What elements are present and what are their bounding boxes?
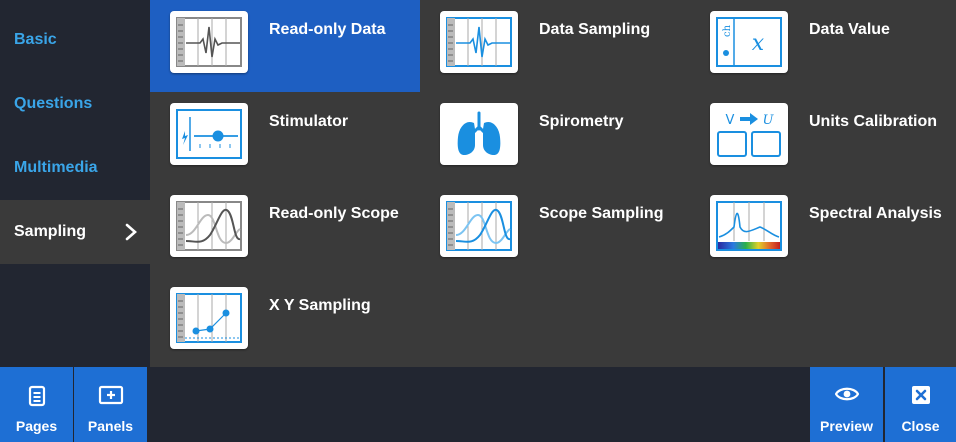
tile-spectral-analysis[interactable]: Spectral Analysis: [690, 184, 956, 276]
tile-read-only-scope[interactable]: Read-only Scope: [150, 184, 420, 276]
tile-label: Units Calibration: [809, 113, 938, 130]
tile-label: Scope Sampling: [539, 205, 664, 222]
pages-button[interactable]: Pages: [0, 367, 73, 442]
panels-label: Panels: [87, 418, 134, 434]
tile-xy-sampling[interactable]: X Y Sampling: [150, 276, 420, 368]
sidebar-item-questions[interactable]: Questions: [0, 72, 150, 136]
eye-icon: [834, 387, 859, 401]
add-panel-icon: [98, 385, 123, 405]
bottom-toolbar: Pages Panels Preview Close: [0, 367, 956, 442]
tile-read-only-data[interactable]: Read-only Data: [150, 0, 420, 92]
svg-text:ch: ch: [722, 24, 733, 37]
read-only-data-icon: [170, 11, 248, 73]
tile-stimulator[interactable]: Stimulator: [150, 92, 420, 184]
close-label: Close: [901, 418, 940, 434]
lungs-icon: [440, 103, 518, 165]
read-only-scope-icon: [170, 195, 248, 257]
pages-icon: [28, 385, 45, 407]
scope-sampling-icon: [440, 195, 518, 257]
tile-label: Stimulator: [269, 113, 349, 130]
spectral-analysis-icon: [710, 195, 788, 257]
sidebar-item-label: Questions: [14, 95, 93, 112]
sidebar: Basic Questions Multimedia Sampling: [0, 0, 150, 367]
svg-text:x: x: [752, 31, 765, 56]
stimulator-icon: [170, 103, 248, 165]
close-button[interactable]: Close: [885, 367, 956, 442]
svg-text:V: V: [726, 113, 735, 128]
preview-label: Preview: [820, 418, 873, 434]
data-sampling-icon: [440, 11, 518, 73]
sidebar-item-label: Basic: [14, 31, 57, 48]
preview-button[interactable]: Preview: [810, 367, 883, 442]
sidebar-item-sampling[interactable]: Sampling: [0, 200, 150, 264]
tile-spirometry[interactable]: Spirometry: [420, 92, 690, 184]
tile-label: Spirometry: [539, 113, 624, 130]
sidebar-item-label: Multimedia: [14, 159, 98, 176]
tile-scope-sampling[interactable]: Scope Sampling: [420, 184, 690, 276]
close-icon: [911, 386, 930, 404]
tile-data-sampling[interactable]: Data Sampling: [420, 0, 690, 92]
panels-button[interactable]: Panels: [74, 367, 147, 442]
sidebar-item-basic[interactable]: Basic: [0, 8, 150, 72]
tile-label: Data Sampling: [539, 21, 651, 38]
sidebar-item-multimedia[interactable]: Multimedia: [0, 136, 150, 200]
xy-sampling-icon: [170, 287, 248, 349]
sidebar-item-label: Sampling: [14, 223, 87, 240]
tile-label: X Y Sampling: [269, 297, 371, 314]
tile-label: Read-only Scope: [269, 205, 399, 222]
panel-grid: Read-only Data Data Sampling ch x Data V…: [150, 0, 956, 367]
units-calibration-icon: V U: [710, 103, 788, 165]
tile-label: Spectral Analysis: [809, 205, 942, 222]
svg-text:U: U: [763, 113, 775, 128]
tile-label: Read-only Data: [269, 21, 386, 38]
tile-units-calibration[interactable]: V U Units Calibration: [690, 92, 956, 184]
pages-label: Pages: [15, 418, 58, 434]
tile-data-value[interactable]: ch x Data Value: [690, 0, 956, 92]
tile-label: Data Value: [809, 21, 890, 38]
chevron-right-icon: [125, 223, 137, 241]
data-value-icon: ch x: [710, 11, 788, 73]
